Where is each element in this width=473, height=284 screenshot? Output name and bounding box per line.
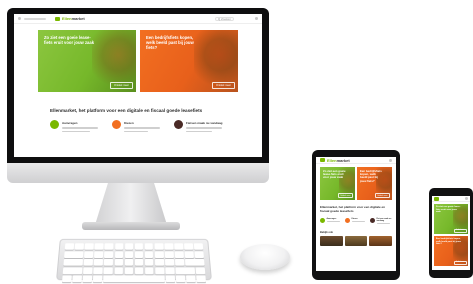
feature-item[interactable]: Fietsen maak nu vandaag — [370, 218, 392, 225]
search-input[interactable]: Q Zoeken — [214, 16, 234, 21]
pitch-heading: Ellenmarket, het platform voor een digit… — [50, 108, 203, 113]
keyboard — [56, 238, 212, 283]
hero-title: Een bedrijfsfiets kopen, welk beeld past… — [146, 35, 194, 50]
window-dot — [18, 17, 21, 20]
hero-card-lease[interactable]: Zo ziet een goeie lease-fiets eruit voor… — [38, 30, 136, 92]
feature-item[interactable]: Kiezen — [345, 218, 367, 224]
hero-title: Zo ziet een goeie lease-fiets eruit voor… — [436, 206, 461, 214]
hero-title: Zo ziet een goeie lease-fiets eruit voor… — [44, 35, 95, 45]
hero-title: Een bedrijfsfiets kopen, welk beeld past… — [360, 169, 382, 183]
feature-item[interactable]: Fietsen maak nu vandaag — [174, 120, 226, 132]
feature-text — [124, 130, 148, 132]
feature-list: Aanvragen Kiezen Fietsen maak nu vandaag — [14, 113, 262, 132]
browser-bar: Ellenmarket Q Zoeken — [14, 14, 262, 24]
monitor-chin — [7, 163, 269, 183]
bike-icon — [112, 120, 121, 129]
logo-icon[interactable] — [434, 196, 439, 201]
feature-item[interactable]: Aanvragen — [320, 218, 342, 224]
thumbnail-row — [316, 236, 396, 247]
hero-button[interactable]: Ontdek meer — [453, 228, 467, 233]
hero-section: Zo ziet een goeie lease-fiets eruit voor… — [14, 24, 262, 94]
hero-card-lease[interactable]: Zo ziet een goeie lease-fiets eruit voor… — [320, 167, 355, 200]
pitch-heading: Ellenmarket, het platform voor een digit… — [320, 205, 386, 213]
desktop-website: Ellenmarket Q Zoeken Zo ziet een goeie l… — [14, 14, 262, 157]
hero-title: Een bedrijfsfiets kopen, welk beeld past… — [436, 238, 461, 246]
desktop-monitor: Ellenmarket Q Zoeken Zo ziet een goeie l… — [7, 8, 269, 183]
hero-section: Zo ziet een goeie lease-fiets eruit voor… — [432, 202, 470, 266]
leaf-icon — [320, 218, 325, 224]
section-title: Bekijk ook — [320, 231, 333, 235]
address-bar[interactable] — [24, 17, 46, 20]
logo-icon — [320, 158, 325, 162]
thumbnail-image[interactable] — [344, 236, 368, 247]
thumbnail-image[interactable] — [320, 236, 343, 247]
site-logo[interactable]: Ellenmarket — [55, 16, 85, 21]
hero-button[interactable]: Ontdek meer — [374, 193, 390, 198]
check-icon — [370, 218, 375, 224]
feature-text — [62, 130, 90, 132]
feature-text — [124, 127, 160, 129]
feature-text — [186, 127, 222, 129]
tablet-device: Ellenmarket Zo ziet een goeie lease-fiet… — [312, 150, 400, 280]
feature-label: Fietsen maak nu vandaag — [186, 121, 223, 125]
hero-section: Zo ziet een goeie lease-fiets eruit voor… — [316, 164, 396, 200]
hero-button[interactable]: Ontdek meer — [337, 193, 353, 198]
logo-icon — [55, 16, 60, 21]
feature-text — [186, 130, 212, 132]
menu-icon[interactable] — [465, 197, 468, 200]
phone-device: Zo ziet een goeie lease-fiets eruit voor… — [429, 188, 473, 278]
menu-icon[interactable] — [255, 17, 258, 20]
thumbnail-image[interactable] — [369, 236, 393, 247]
phone-website: Zo ziet een goeie lease-fiets eruit voor… — [432, 196, 470, 270]
feature-label: Aanvragen — [326, 218, 337, 221]
monitor-bezel: Ellenmarket Q Zoeken Zo ziet een goeie l… — [7, 8, 269, 163]
bike-icon — [345, 218, 350, 224]
hero-title: Zo ziet een goeie lease-fiets eruit voor… — [323, 169, 346, 180]
feature-list: Aanvragen Kiezen Fietsen maak nu vandaag — [316, 213, 396, 225]
mouse — [240, 244, 290, 270]
browser-bar: Ellenmarket — [316, 157, 396, 164]
hero-card-buy[interactable]: Een bedrijfsfiets kopen, welk beeld past… — [357, 167, 392, 200]
hero-card-lease[interactable]: Zo ziet een goeie lease-fiets eruit voor… — [434, 204, 468, 234]
hero-card-buy[interactable]: Een bedrijfsfiets kopen, welk beeld past… — [140, 30, 238, 92]
hero-button[interactable]: Ontdek meer — [110, 82, 133, 89]
feature-text — [326, 221, 340, 223]
feature-label: Fietsen maak nu vandaag — [376, 218, 392, 223]
feature-item[interactable]: Aanvragen — [50, 120, 102, 132]
feature-item[interactable]: Kiezen — [112, 120, 164, 132]
feature-label: Kiezen — [351, 218, 358, 221]
feature-label: Aanvragen — [62, 121, 78, 125]
feature-text — [62, 127, 98, 129]
check-icon — [174, 120, 183, 129]
hero-card-buy[interactable]: Een bedrijfsfiets kopen, welk beeld past… — [434, 236, 468, 266]
hero-button[interactable]: Ontdek meer — [212, 82, 235, 89]
feature-text — [376, 223, 390, 225]
hero-button[interactable]: Ontdek meer — [453, 260, 467, 265]
feature-text — [351, 221, 365, 223]
monitor-foot — [82, 222, 180, 230]
feature-label: Kiezen — [124, 121, 134, 125]
tablet-website: Ellenmarket Zo ziet een goeie lease-fiet… — [316, 157, 396, 271]
site-logo[interactable]: Ellenmarket — [320, 158, 350, 163]
devices-showcase: Ellenmarket Q Zoeken Zo ziet een goeie l… — [0, 0, 473, 284]
menu-icon[interactable] — [389, 158, 392, 162]
leaf-icon — [50, 120, 59, 129]
monitor-stand — [95, 183, 167, 225]
